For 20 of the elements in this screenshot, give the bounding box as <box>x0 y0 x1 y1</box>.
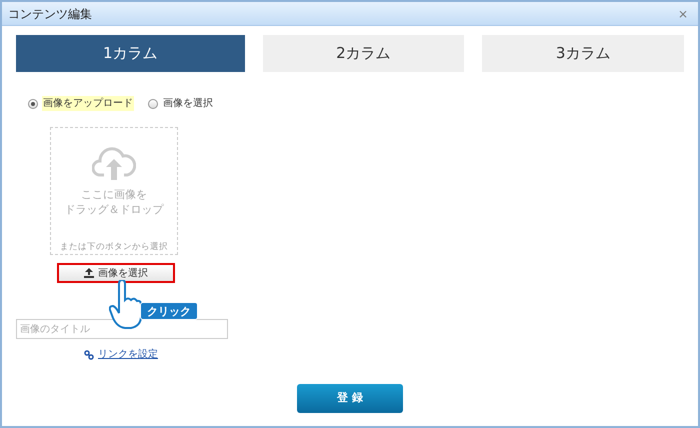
pointing-hand-icon <box>109 280 143 330</box>
upload-icon <box>84 268 94 278</box>
radio-button[interactable] <box>28 98 38 108</box>
click-callout: クリック <box>140 302 198 320</box>
column-tab[interactable]: 2カラム <box>262 35 464 72</box>
select-image-button[interactable]: 画像を選択 <box>57 263 175 283</box>
drop-hint: または下のボタンから選択 <box>60 241 168 254</box>
column-tab[interactable]: 3カラム <box>482 35 684 72</box>
column-tab[interactable]: 1カラム <box>16 35 245 72</box>
link-icon <box>84 350 94 360</box>
drop-message: ドラッグ＆ドロップ <box>64 202 164 217</box>
cloud-upload-icon <box>92 145 136 181</box>
close-button[interactable]: × <box>674 4 692 22</box>
radio-label: 画像をアップロード <box>42 96 134 111</box>
radio-label: 画像を選択 <box>162 97 214 111</box>
radio-button[interactable] <box>148 98 158 108</box>
window-title: コンテンツ編集 <box>8 6 92 22</box>
title-input-field[interactable]: 画像のタイトル <box>16 319 228 339</box>
register-button[interactable]: 登 録 <box>297 384 403 413</box>
drop-message: ここに画像を <box>81 187 147 202</box>
